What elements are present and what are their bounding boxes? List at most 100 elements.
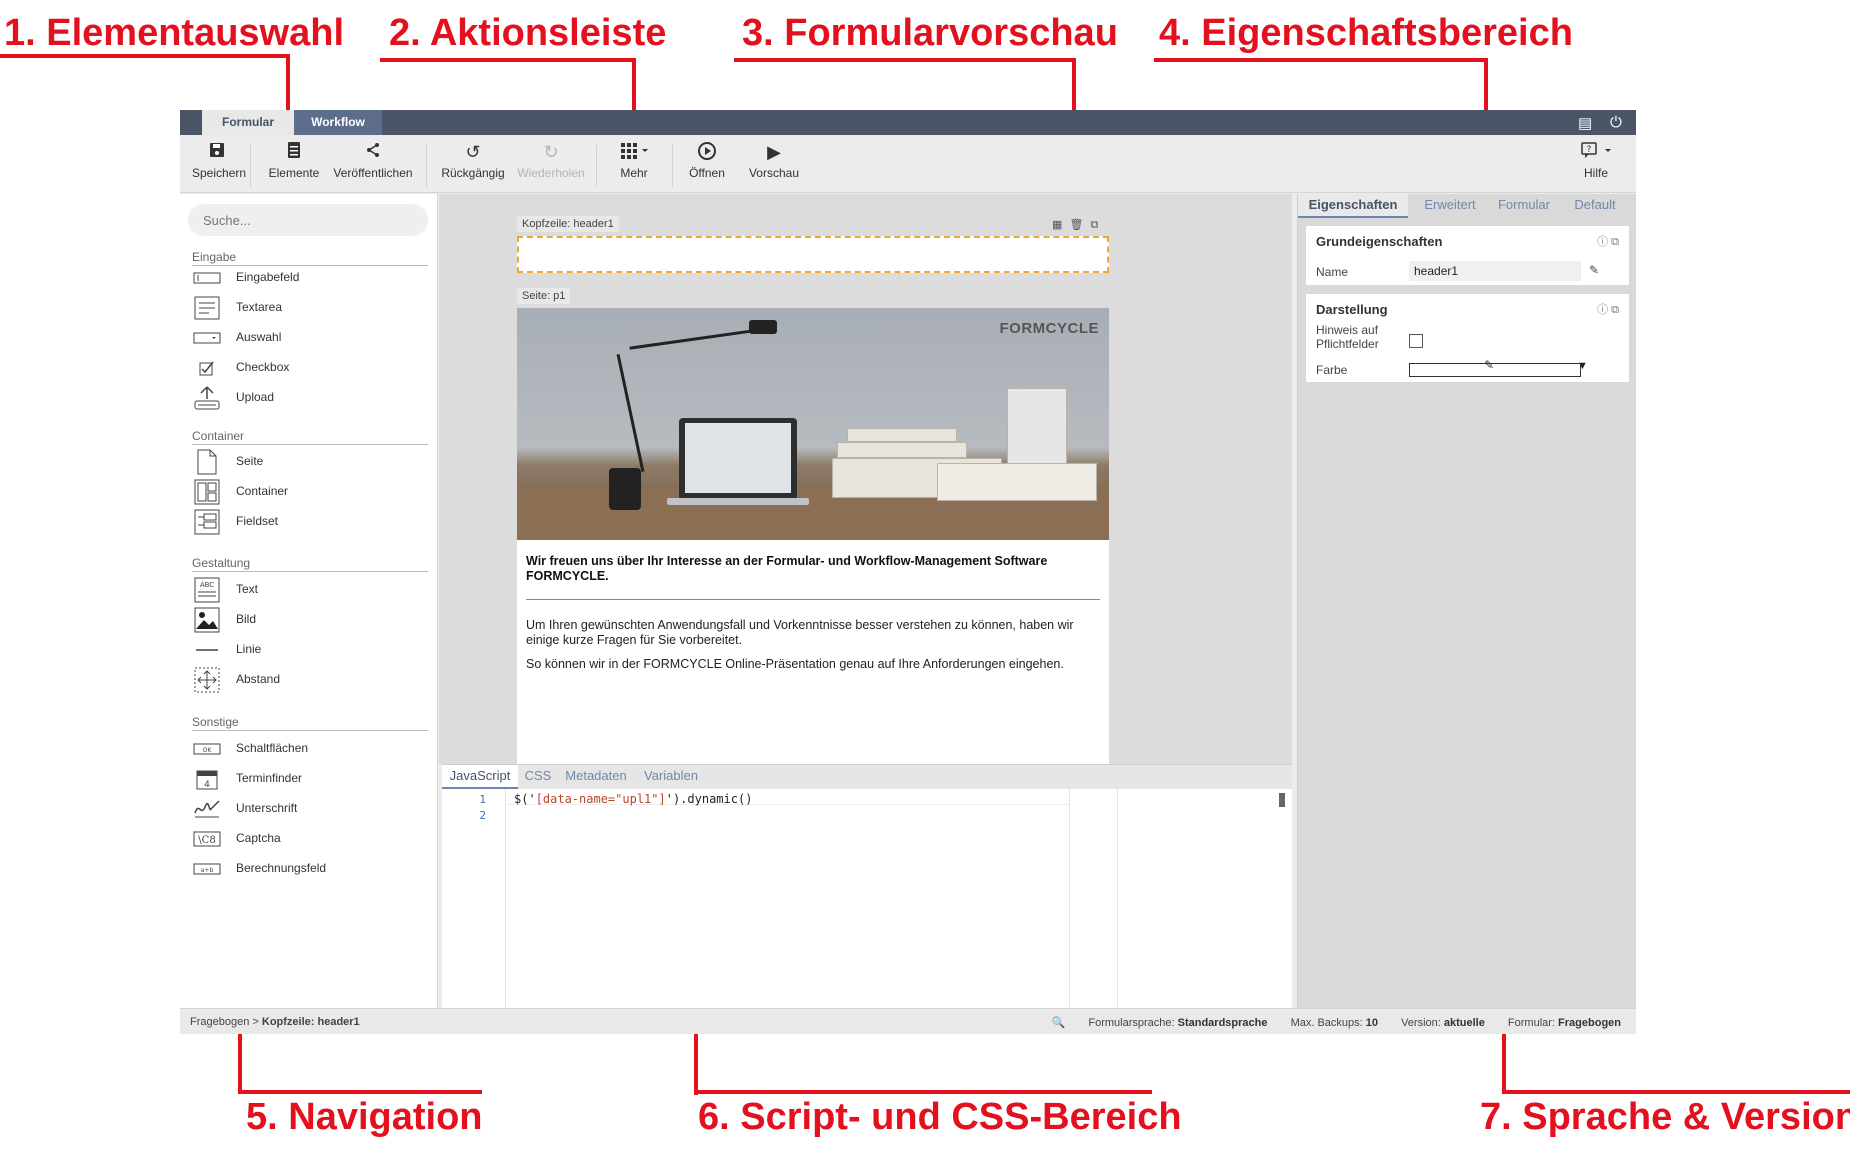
element-terminfinder[interactable]: 4 Terminfinder xyxy=(192,763,428,793)
pencil-icon[interactable]: ✎ xyxy=(1589,263,1599,277)
tab-workflow[interactable]: Workflow xyxy=(294,110,382,135)
element-picker: Eingabe Eingabefeld Textarea Auswahl Che… xyxy=(180,194,438,1008)
element-eingabefeld[interactable]: Eingabefeld xyxy=(192,262,428,292)
element-bild[interactable]: Bild xyxy=(192,604,428,634)
more-label: Mehr xyxy=(620,166,648,180)
annotation-line-5-h xyxy=(238,1090,482,1094)
header-element-selected[interactable] xyxy=(517,236,1109,273)
power-icon[interactable]: ⏻ xyxy=(1610,114,1622,131)
form-language[interactable]: Formularsprache: Standardsprache xyxy=(1078,1017,1267,1029)
category-sonstige: Sonstige xyxy=(192,715,428,731)
annotation-formularvorschau: 3. Formularvorschau xyxy=(742,12,1118,54)
more-button[interactable]: Mehr xyxy=(604,141,664,180)
undo-button[interactable]: ↺ Rückgängig xyxy=(436,141,510,180)
code-line-1[interactable]: $('[data-name="upl1"]').dynamic() xyxy=(514,792,752,806)
search-icon[interactable]: 🔍 xyxy=(1052,1017,1066,1029)
chevron-down-icon[interactable]: ▼ xyxy=(1577,360,1588,372)
help-button[interactable]: ? Hilfe xyxy=(1570,141,1622,180)
help-circle-icon[interactable]: ⓘ xyxy=(1597,236,1608,248)
redo-icon: ↻ xyxy=(543,142,559,162)
element-captcha[interactable]: \C8 Captcha xyxy=(192,823,428,853)
element-abstand[interactable]: Abstand xyxy=(192,664,428,694)
name-label: Name xyxy=(1316,265,1349,279)
copy-icon[interactable]: ⧉ xyxy=(1091,219,1099,231)
element-unterschrift[interactable]: Unterschrift xyxy=(192,793,428,823)
editor-scrollbar[interactable] xyxy=(1279,793,1285,807)
name-field[interactable] xyxy=(1409,261,1581,281)
annotation-line-1-h xyxy=(0,54,290,58)
share-icon xyxy=(330,141,416,163)
required-hint-checkbox[interactable] xyxy=(1409,334,1423,348)
element-label: Checkbox xyxy=(236,360,290,374)
tab-javascript[interactable]: JavaScript xyxy=(442,765,518,789)
svg-text:?: ? xyxy=(1587,145,1592,155)
layout-icon[interactable]: ▦ xyxy=(1052,219,1062,231)
lamp-shape xyxy=(629,329,754,350)
element-seite[interactable]: Seite xyxy=(192,446,428,476)
element-text[interactable]: ABC Text xyxy=(192,574,428,604)
publish-button[interactable]: Veröffentlichen xyxy=(330,141,416,180)
form-language-label: Formularsprache: xyxy=(1088,1017,1175,1029)
element-label: Seite xyxy=(236,454,264,468)
open-button[interactable]: Öffnen xyxy=(680,141,734,180)
breadcrumb-root[interactable]: Fragebogen xyxy=(190,1016,249,1028)
preview-button[interactable]: ▶ Vorschau xyxy=(742,141,806,180)
basic-properties-card: Grundeigenschaften ⓘ ⧉ Name ✎ xyxy=(1306,226,1629,285)
window-icon[interactable]: ⧉ xyxy=(1611,236,1619,248)
element-textarea[interactable]: Textarea xyxy=(192,292,428,322)
appearance-card: Darstellung ⓘ ⧉ Hinweis auf Pflichtfelde… xyxy=(1306,294,1629,382)
element-label: Auswahl xyxy=(236,330,282,344)
window-icon[interactable]: ⧉ xyxy=(1611,304,1619,316)
calculation-icon: a+b xyxy=(192,857,222,881)
toolbar-divider xyxy=(250,145,251,187)
code-token: ').dynamic() xyxy=(665,792,753,806)
element-auswahl[interactable]: Auswahl xyxy=(192,322,428,352)
tab-metadaten[interactable]: Metadaten xyxy=(558,765,634,789)
spacer-icon xyxy=(192,667,222,693)
line-gutter: 1 2 xyxy=(442,789,506,1009)
tab-eigenschaften[interactable]: Eigenschaften xyxy=(1298,194,1408,218)
save-button[interactable]: Speichern xyxy=(192,141,246,180)
element-label: Linie xyxy=(236,642,262,656)
checkbox-icon xyxy=(192,356,222,380)
eyedropper-icon[interactable]: ✎ xyxy=(1484,358,1494,372)
tab-default[interactable]: Default xyxy=(1560,194,1630,218)
breadcrumb: Fragebogen > Kopfzeile: header1 xyxy=(190,1016,360,1028)
tab-erweitert[interactable]: Erweitert xyxy=(1410,194,1490,218)
open-label: Öffnen xyxy=(689,166,725,180)
element-fieldset[interactable]: Fieldset xyxy=(192,506,428,536)
form-name-value: Fragebogen xyxy=(1558,1017,1621,1029)
element-label: Fieldset xyxy=(236,514,279,528)
tab-formular[interactable]: Formular xyxy=(202,110,294,135)
max-backups-value: 10 xyxy=(1365,1017,1379,1029)
element-upload[interactable]: Upload xyxy=(192,382,428,412)
laptop-shape xyxy=(667,498,809,505)
action-toolbar: Speichern Elemente Veröffentlichen ↺ Rüc… xyxy=(180,135,1636,193)
tab-variablen[interactable]: Variablen xyxy=(634,765,708,789)
elements-label: Elemente xyxy=(268,166,320,180)
line-icon xyxy=(192,638,222,662)
help-circle-icon[interactable]: ⓘ xyxy=(1597,304,1608,316)
properties-panel: Eigenschaften Erweitert Formular Default… xyxy=(1297,194,1636,1008)
element-container[interactable]: Container xyxy=(192,476,428,506)
delete-icon[interactable]: 🗑 xyxy=(1069,219,1083,231)
page-p1[interactable]: FORMCYCLE Wir freuen uns über Ihr Intere… xyxy=(517,308,1109,764)
element-checkbox[interactable]: Checkbox xyxy=(192,352,428,382)
element-schaltflaechen[interactable]: OK Schaltflächen xyxy=(192,733,428,763)
text-icon: ABC xyxy=(192,577,222,603)
tab-formular-props[interactable]: Formular xyxy=(1490,194,1558,218)
element-linie[interactable]: Linie xyxy=(192,634,428,664)
redo-button[interactable]: ↻ Wiederholen xyxy=(514,141,588,180)
elements-button[interactable]: Elemente xyxy=(266,141,322,180)
form-name-info: Formular: Fragebogen xyxy=(1498,1017,1621,1029)
color-picker[interactable] xyxy=(1409,363,1581,377)
tab-css[interactable]: CSS xyxy=(518,765,558,789)
chat-icon[interactable]: ▤ xyxy=(1578,114,1592,132)
textarea-icon xyxy=(192,296,222,320)
element-search-input[interactable] xyxy=(188,204,428,236)
input-field-icon xyxy=(192,266,222,290)
version-info[interactable]: Version: aktuelle xyxy=(1391,1017,1485,1029)
element-label: Bild xyxy=(236,612,257,626)
element-berechnungsfeld[interactable]: a+b Berechnungsfeld xyxy=(192,853,428,883)
help-label: Hilfe xyxy=(1583,166,1608,180)
